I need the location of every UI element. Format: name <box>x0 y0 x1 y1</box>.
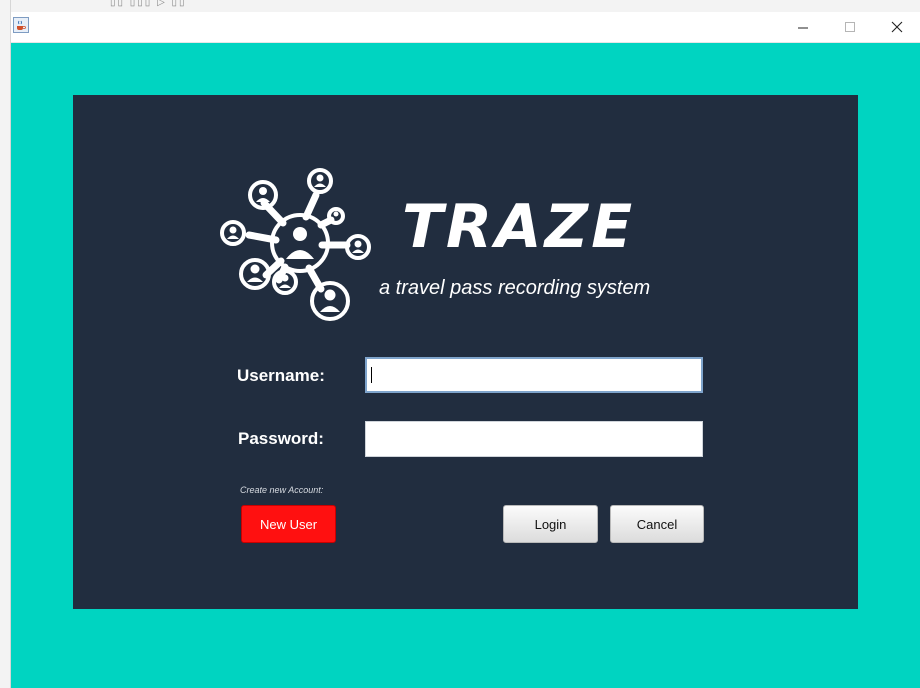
login-button[interactable]: Login <box>503 505 598 543</box>
text-cursor <box>371 367 372 383</box>
background-app-strip: ▯▯ ▯▯▯ ▷ ▯▯ <box>0 0 920 12</box>
login-window: TRAZE a travel pass recording system Use… <box>11 12 920 688</box>
password-label: Password: <box>238 429 324 448</box>
cancel-button[interactable]: Cancel <box>610 505 704 543</box>
username-label: Username: <box>237 366 325 385</box>
java-cup-icon[interactable] <box>13 17 29 33</box>
background-toolbar-icons: ▯▯ ▯▯▯ ▷ ▯▯ <box>110 0 187 8</box>
close-button[interactable] <box>874 12 920 42</box>
maximize-button[interactable] <box>827 12 873 42</box>
minimize-button[interactable] <box>780 12 826 42</box>
background-app-edge <box>0 0 11 688</box>
title-bar[interactable] <box>11 12 920 43</box>
login-panel: TRAZE a travel pass recording system Use… <box>73 95 858 609</box>
username-input[interactable] <box>365 357 703 393</box>
network-people-icon <box>220 168 371 321</box>
app-tagline: a travel pass recording system <box>379 277 651 299</box>
app-title: TRAZE <box>402 192 636 262</box>
password-input[interactable] <box>365 421 703 457</box>
create-account-hint: Create new Account: <box>240 485 324 495</box>
new-user-button[interactable]: New User <box>241 505 336 543</box>
